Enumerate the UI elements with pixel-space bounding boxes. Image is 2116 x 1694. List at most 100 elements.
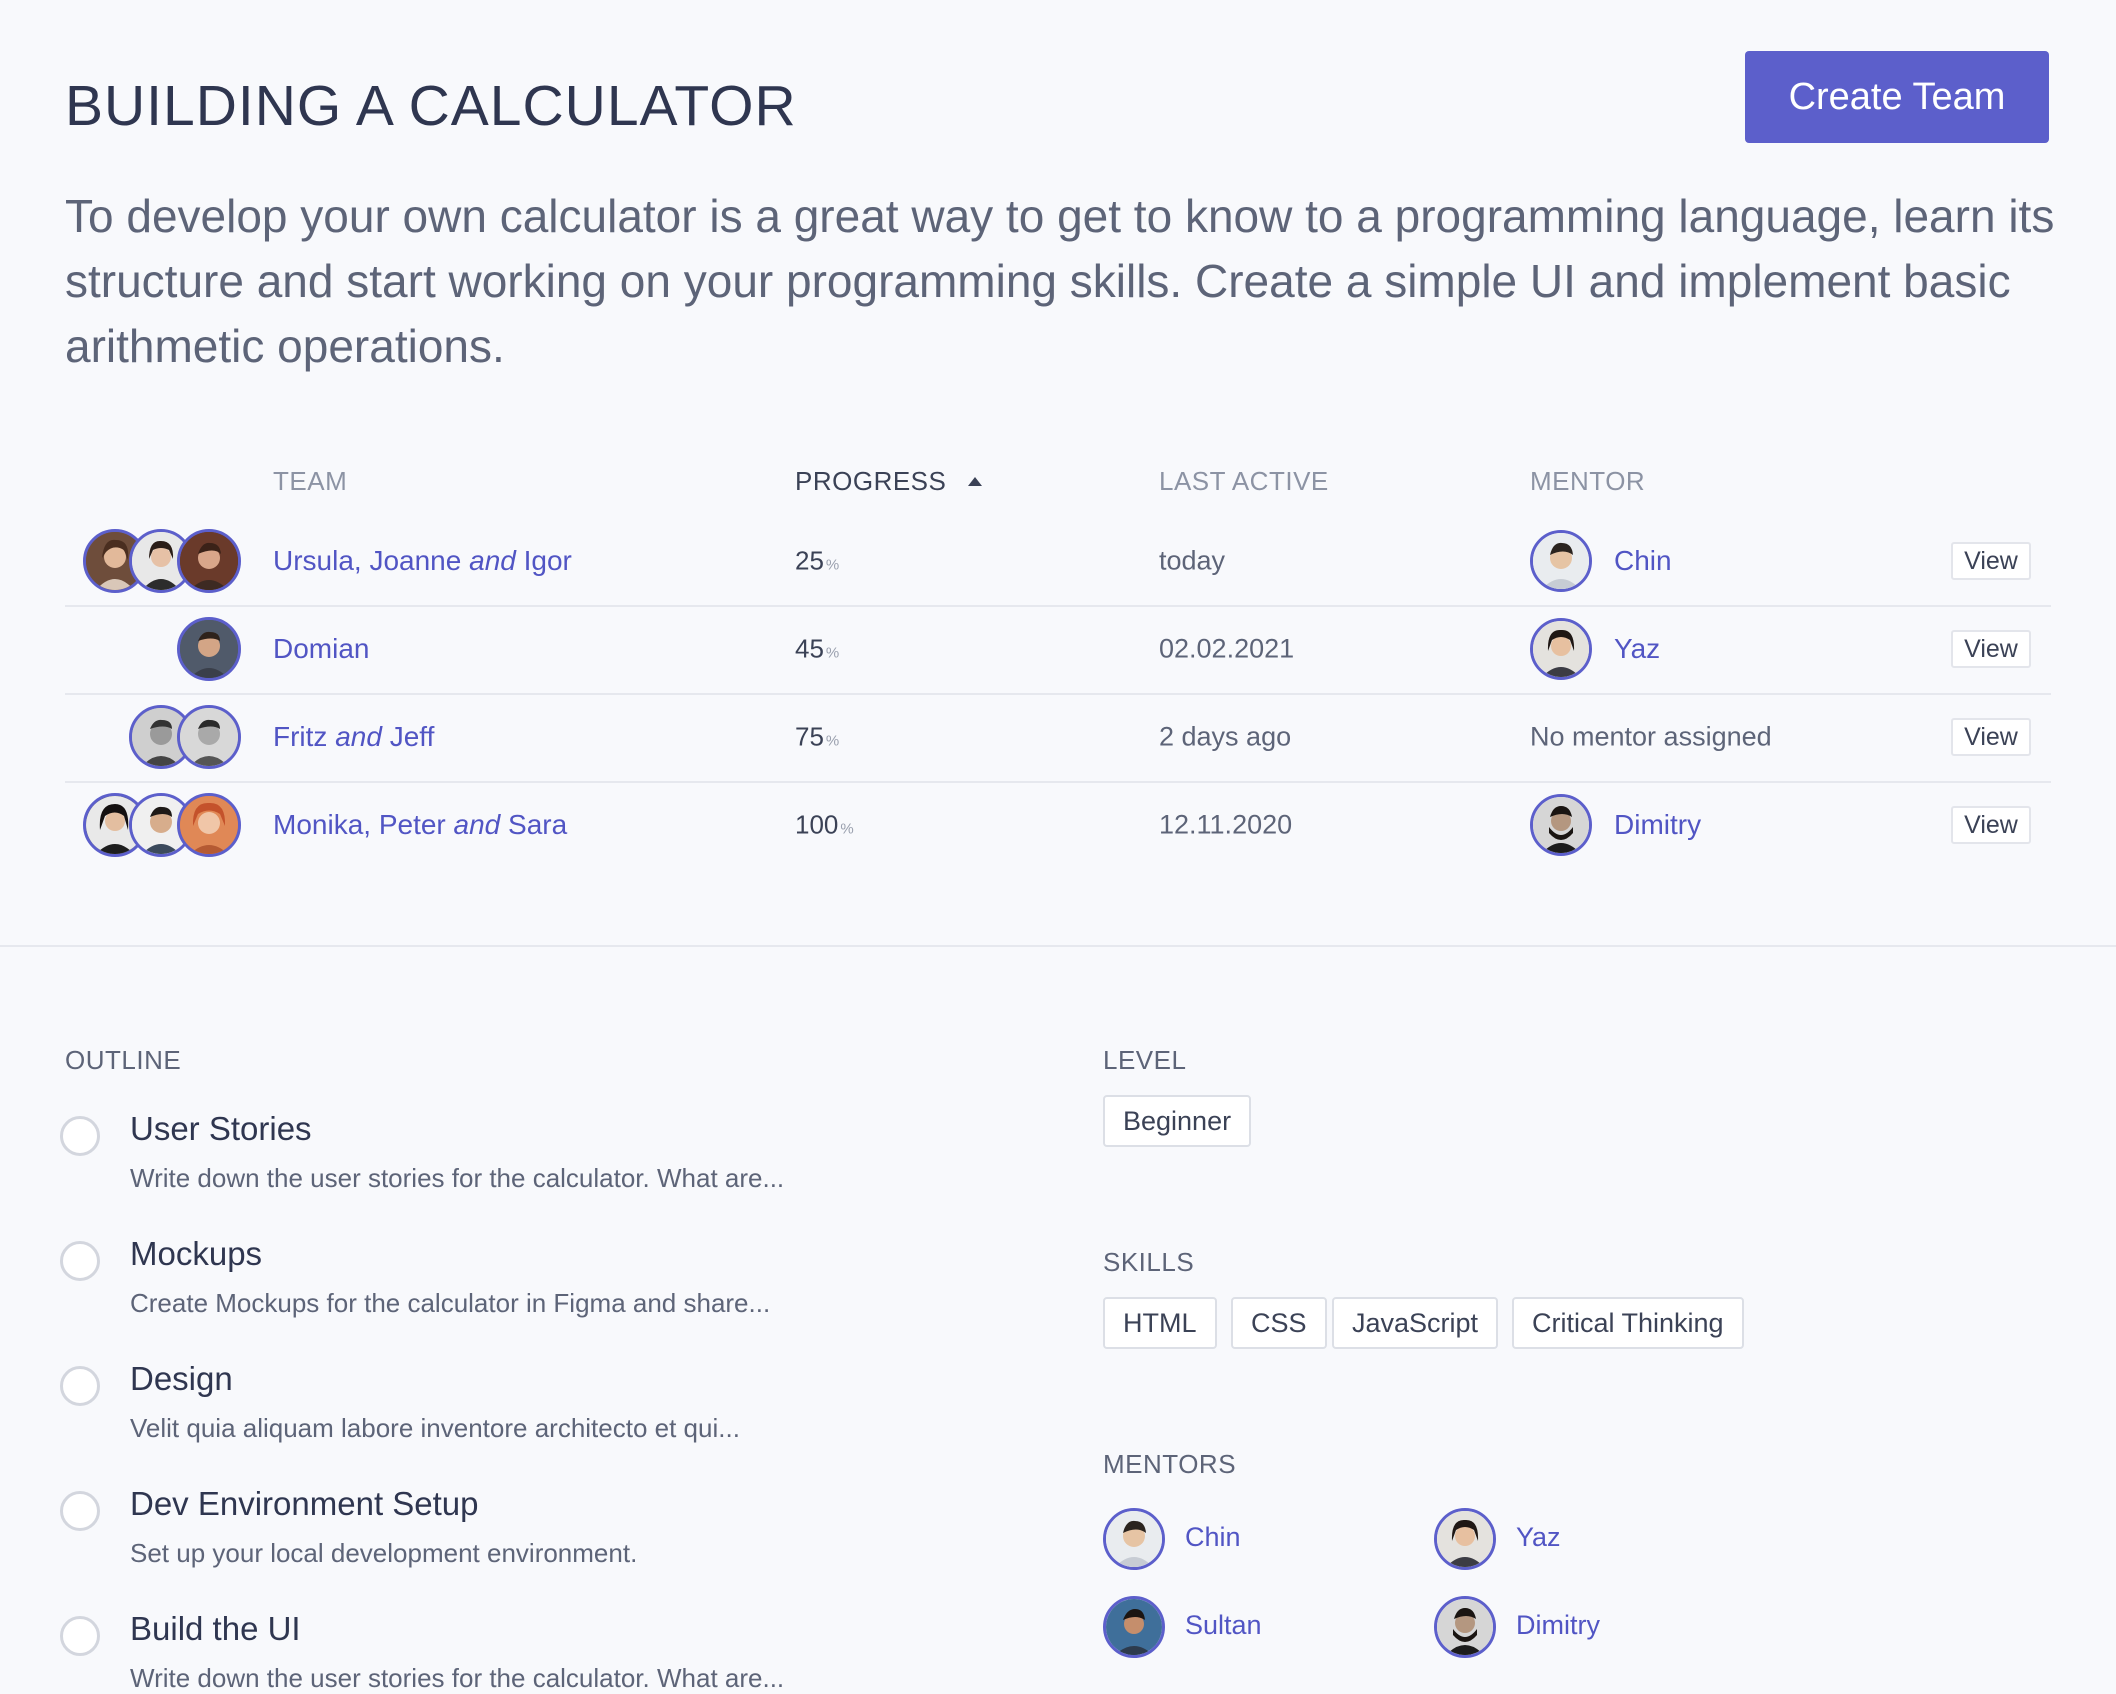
view-button[interactable]: View — [1951, 718, 2031, 756]
team-name-last: Igor — [523, 545, 572, 576]
view-button[interactable]: View — [1951, 806, 2031, 844]
last-active-value: 2 days ago — [1159, 721, 1292, 752]
mentor-name-link[interactable]: Chin — [1614, 545, 1672, 577]
progress-value: 25% — [795, 546, 839, 577]
last-active-value: today — [1159, 545, 1226, 576]
outline-item[interactable]: Design Velit quia aliquam labore invento… — [60, 1360, 960, 1470]
view-button[interactable]: View — [1951, 542, 2031, 580]
member-avatar — [177, 793, 241, 857]
team-avatars — [129, 705, 241, 769]
team-name-link[interactable]: Domian — [273, 633, 369, 665]
outline-item[interactable]: Dev Environment Setup Set up your local … — [60, 1485, 960, 1595]
mentor-name-link[interactable]: Sultan — [1185, 1610, 1262, 1641]
empty-circle-checkbox-icon[interactable] — [60, 1116, 100, 1156]
team-name-and: and — [453, 809, 501, 840]
page-title: BUILDING A CALCULATOR — [65, 74, 797, 138]
team-name-last: Sara — [508, 809, 568, 840]
team-avatars — [83, 529, 243, 593]
outline-item-title: Design — [130, 1360, 233, 1397]
mentor-avatar[interactable] — [1530, 794, 1592, 856]
mentors-label: MENTORS — [1103, 1449, 1237, 1479]
progress-value: 45% — [795, 634, 839, 665]
skill-tag: Critical Thinking — [1512, 1297, 1744, 1349]
table-row: Fritz and Jeff 75% 2 days ago No mentor … — [65, 693, 2051, 783]
outline-item-title: Build the UI — [130, 1610, 301, 1647]
mentor-name-link[interactable]: Yaz — [1614, 633, 1660, 665]
sort-ascending-caret-icon — [968, 477, 983, 486]
progress-value: 75% — [795, 722, 839, 753]
column-header-progress[interactable]: PROGRESS — [795, 466, 983, 496]
mentor-avatar[interactable] — [1434, 1596, 1496, 1658]
no-mentor-text: No mentor assigned — [1530, 721, 1772, 752]
progress-number: 100 — [795, 809, 839, 840]
outline-item[interactable]: Mockups Create Mockups for the calculato… — [60, 1235, 960, 1345]
team-name-last: Jeff — [389, 721, 435, 752]
team-name-first: Domian — [273, 633, 370, 664]
view-button[interactable]: View — [1951, 630, 2031, 668]
outline-item-title: User Stories — [130, 1110, 312, 1147]
mentor-name-link[interactable]: Chin — [1185, 1522, 1241, 1553]
team-name-link[interactable]: Ursula, Joanne and Igor — [273, 545, 572, 577]
outline-item-title: Mockups — [130, 1235, 263, 1272]
table-row: Monika, Peter and Sara 100% 12.11.2020 D… — [65, 781, 2051, 869]
skill-tag: CSS — [1231, 1297, 1327, 1349]
member-avatar — [177, 705, 241, 769]
page: BUILDING A CALCULATOR Create Team To dev… — [0, 0, 2116, 1693]
level-tag: Beginner — [1103, 1095, 1252, 1147]
section-divider — [0, 945, 2116, 947]
team-name-first: Monika, Peter — [273, 809, 446, 840]
last-active-value: 12.11.2020 — [1159, 809, 1293, 840]
last-active-value: 02.02.2021 — [1159, 633, 1295, 664]
outline-item-description: Set up your local development environmen… — [130, 1538, 638, 1568]
mentor-avatar[interactable] — [1103, 1508, 1165, 1570]
table-row: Domian 45% 02.02.2021 Yaz View — [65, 605, 2051, 695]
team-name-first: Fritz — [273, 721, 328, 752]
member-avatar — [177, 617, 241, 681]
column-header-mentor[interactable]: MENTOR — [1530, 468, 1645, 494]
create-team-button[interactable]: Create Team — [1745, 51, 2049, 143]
outline-item-description: Write down the user stories for the calc… — [130, 1163, 785, 1193]
page-description: To develop your own calculator is a grea… — [65, 190, 2055, 372]
team-avatars — [177, 617, 241, 681]
mentor-avatar[interactable] — [1530, 618, 1592, 680]
empty-circle-checkbox-icon[interactable] — [60, 1366, 100, 1406]
progress-value: 100% — [795, 810, 854, 841]
level-label: LEVEL — [1103, 1045, 1187, 1075]
team-name-first: Ursula, Joanne — [273, 545, 462, 576]
mentor-avatar[interactable] — [1434, 1508, 1496, 1570]
outline-item-description: Create Mockups for the calculator in Fig… — [130, 1288, 771, 1318]
outline-item[interactable]: User Stories Write down the user stories… — [60, 1110, 960, 1220]
team-name-link[interactable]: Monika, Peter and Sara — [273, 809, 567, 841]
skills-label: SKILLS — [1103, 1247, 1195, 1277]
mentor-avatar[interactable] — [1103, 1596, 1165, 1658]
percent-sign: % — [825, 556, 840, 574]
column-header-progress-label: PROGRESS — [795, 466, 947, 496]
skill-tag: JavaScript — [1332, 1297, 1499, 1349]
percent-sign: % — [825, 644, 840, 662]
empty-circle-checkbox-icon[interactable] — [60, 1616, 100, 1656]
mentor-name-link[interactable]: Dimitry — [1614, 809, 1701, 841]
member-avatar — [177, 529, 241, 593]
outline-item[interactable]: Build the UI Write down the user stories… — [60, 1610, 960, 1693]
mentor-name-link[interactable]: Dimitry — [1516, 1610, 1600, 1641]
skill-tag: HTML — [1103, 1297, 1217, 1349]
empty-circle-checkbox-icon[interactable] — [60, 1241, 100, 1281]
mentor-avatar[interactable] — [1530, 530, 1592, 592]
table-row: Ursula, Joanne and Igor 25% today Chin V… — [65, 517, 2051, 607]
empty-circle-checkbox-icon[interactable] — [60, 1491, 100, 1531]
progress-number: 45 — [795, 633, 824, 664]
outline-item-description: Velit quia aliquam labore inventore arch… — [130, 1413, 740, 1443]
outline-item-description: Write down the user stories for the calc… — [130, 1663, 785, 1693]
column-header-team[interactable]: TEAM — [273, 468, 347, 494]
column-header-last-active[interactable]: LAST ACTIVE — [1159, 468, 1329, 494]
outline-label: OUTLINE — [65, 1045, 182, 1075]
team-name-link[interactable]: Fritz and Jeff — [273, 721, 434, 753]
outline-item-title: Dev Environment Setup — [130, 1485, 479, 1522]
percent-sign: % — [825, 732, 840, 750]
percent-sign: % — [840, 820, 854, 838]
progress-number: 25 — [795, 545, 824, 576]
progress-number: 75 — [795, 721, 824, 752]
mentor-name-link[interactable]: Yaz — [1516, 1522, 1561, 1553]
team-name-and: and — [469, 545, 516, 576]
team-name-and: and — [335, 721, 382, 752]
